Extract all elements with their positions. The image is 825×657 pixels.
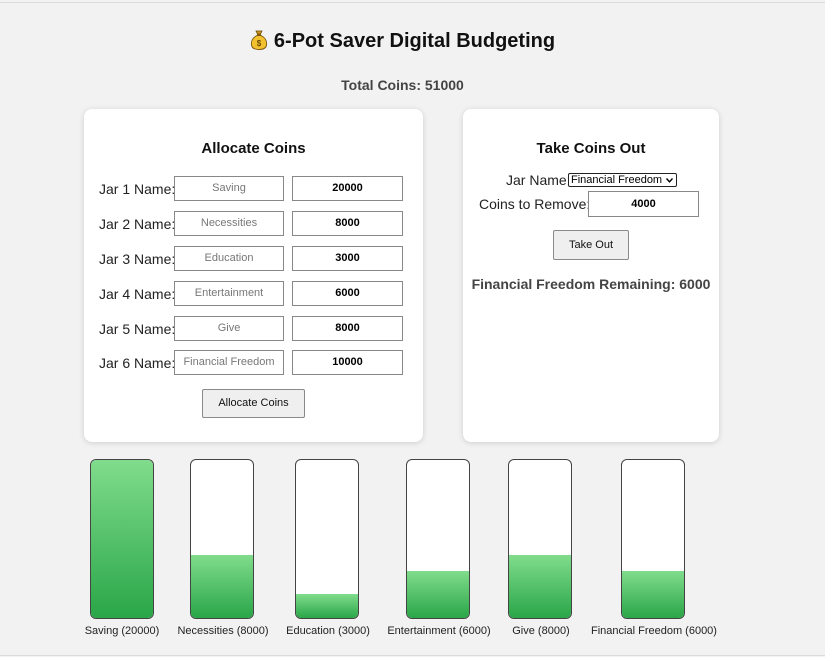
- jar-1-amount-input[interactable]: 20000: [292, 176, 403, 201]
- jar-row-5: Jar 5 Name: Give 8000: [99, 316, 404, 343]
- coins-to-remove-label: Coins to Remove:: [479, 196, 591, 212]
- jar-row-2: Jar 2 Name: Necessities 8000: [99, 211, 404, 238]
- jar-select-value: Financial Freedom: [571, 174, 663, 186]
- jar-3-label: Jar 3 Name:: [99, 251, 176, 267]
- jar-row-6: Jar 6 Name: Financial Freedom 10000: [99, 350, 404, 377]
- jar-2-amount-input[interactable]: 8000: [292, 211, 403, 236]
- jar-caption-4: Entertainment (6000): [387, 625, 491, 637]
- jar-5-amount-input[interactable]: 8000: [292, 316, 403, 341]
- allocate-heading: Allocate Coins: [201, 140, 306, 157]
- total-coins: Total Coins: 51000: [341, 77, 464, 93]
- page-title: $ 6-Pot Saver Digital Budgeting: [0, 30, 805, 53]
- jar-3-amount-input[interactable]: 3000: [292, 246, 403, 271]
- jar-select[interactable]: Financial Freedom: [568, 173, 677, 187]
- jar-visual-5: [508, 459, 572, 619]
- jar-row-3: Jar 3 Name: Education 3000: [99, 246, 404, 273]
- top-divider: [0, 2, 825, 3]
- allocate-panel: Allocate Coins Jar 1 Name: Saving 20000 …: [84, 109, 423, 442]
- title-text: 6-Pot Saver Digital Budgeting: [273, 30, 556, 52]
- take-out-heading: Take Coins Out: [536, 140, 646, 157]
- take-out-panel: Take Coins Out Jar Name: Financial Freed…: [463, 109, 719, 442]
- coins-to-remove-input[interactable]: 4000: [588, 191, 699, 217]
- bottom-divider: [0, 655, 825, 656]
- jar-fill: [407, 570, 469, 618]
- jar-5-name-input[interactable]: Give: [174, 316, 284, 341]
- jar-fill: [191, 554, 253, 618]
- jar-visual-4: [406, 459, 470, 619]
- jar-5-label: Jar 5 Name:: [99, 321, 176, 337]
- jar-caption-5: Give (8000): [512, 625, 570, 637]
- jar-4-label: Jar 4 Name:: [99, 286, 176, 302]
- jar-caption-3: Education (3000): [286, 625, 370, 637]
- jar-fill: [622, 570, 684, 618]
- jar-visual-6: [621, 459, 685, 619]
- jar-1-name-input[interactable]: Saving: [174, 176, 284, 201]
- jar-fill: [296, 594, 358, 618]
- jar-3-name-input[interactable]: Education: [174, 246, 284, 271]
- jar-visual-2: [190, 459, 254, 619]
- jar-fill: [91, 460, 153, 618]
- jar-6-name-input[interactable]: Financial Freedom: [174, 350, 284, 375]
- svg-text:$: $: [257, 39, 262, 48]
- jar-caption-2: Necessities (8000): [177, 625, 269, 637]
- allocate-coins-button[interactable]: Allocate Coins: [202, 389, 305, 418]
- jar-caption-6: Financial Freedom (6000): [591, 625, 717, 637]
- jar-caption-1: Saving (20000): [84, 625, 160, 637]
- jar-row-1: Jar 1 Name: Saving 20000: [99, 176, 404, 203]
- money-bag-icon: $: [250, 30, 267, 50]
- jar-row-4: Jar 4 Name: Entertainment 6000: [99, 281, 404, 308]
- jar-4-name-input[interactable]: Entertainment: [174, 281, 284, 306]
- jar-visual-1: [90, 459, 154, 619]
- jar-2-name-input[interactable]: Necessities: [174, 211, 284, 236]
- jar-4-amount-input[interactable]: 6000: [292, 281, 403, 306]
- remaining-text: Financial Freedom Remaining: 6000: [471, 276, 711, 292]
- jar-visual-3: [295, 459, 359, 619]
- jar-6-label: Jar 6 Name:: [99, 355, 176, 371]
- take-out-button[interactable]: Take Out: [553, 230, 629, 260]
- jar-6-amount-input[interactable]: 10000: [292, 350, 403, 375]
- chevron-down-icon: [665, 178, 674, 183]
- jar-2-label: Jar 2 Name:: [99, 216, 176, 232]
- jar-1-label: Jar 1 Name:: [99, 181, 176, 197]
- take-jar-label: Jar Name:: [506, 172, 571, 188]
- jar-fill: [509, 554, 571, 618]
